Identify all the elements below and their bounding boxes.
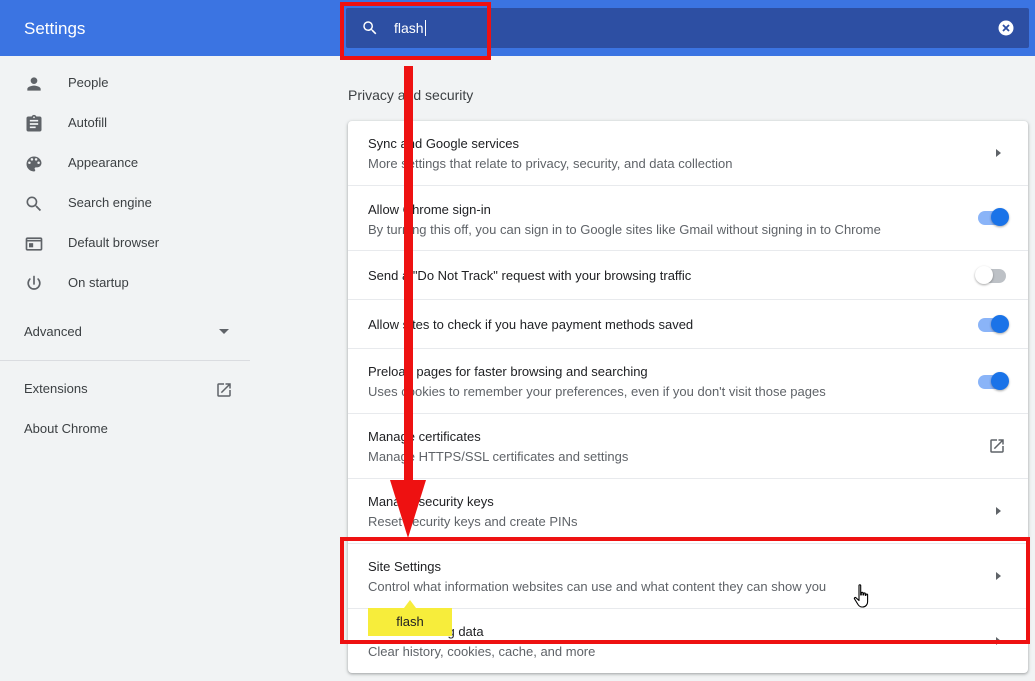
search-icon [26, 196, 42, 212]
row-title: Manage certificates [368, 429, 481, 444]
browser-icon [25, 237, 43, 251]
person-icon [27, 77, 41, 91]
sidebar-item-people[interactable]: People [0, 63, 250, 103]
sidebar-item-about-chrome[interactable]: About Chrome [24, 421, 108, 436]
open-in-new-icon[interactable] [215, 381, 233, 399]
sidebar-item-on-startup[interactable]: On startup [0, 263, 250, 303]
settings-row-sync[interactable]: Sync and Google services More settings t… [348, 121, 1028, 185]
sidebar-advanced-toggle[interactable]: Advanced [24, 324, 82, 339]
app-title: Settings [24, 19, 86, 38]
settings-row-do-not-track[interactable]: Send a "Do Not Track" request with your … [348, 250, 1028, 299]
annotation-arrow-head [390, 480, 426, 538]
sidebar-item-label: Appearance [68, 155, 139, 170]
sidebar-item-label: Autofill [68, 115, 108, 130]
settings-row-preload-pages[interactable]: Preload pages for faster browsing and se… [348, 348, 1028, 413]
clipboard-icon [26, 114, 42, 132]
sidebar-item-label: Default browser [68, 235, 160, 250]
row-title: Allow sites to check if you have payment… [368, 317, 694, 332]
chevron-down-icon[interactable] [219, 329, 229, 334]
annotation-arrow-shaft [404, 66, 413, 496]
settings-row-manage-certificates[interactable]: Manage certificates Manage HTTPS/SSL cer… [348, 413, 1028, 478]
sidebar: People Autofill Appearance Search engine… [0, 56, 250, 681]
sidebar-item-appearance[interactable]: Appearance [0, 143, 250, 183]
settings-row-chrome-sign-in[interactable]: Allow Chrome sign-in By turning this off… [348, 185, 1028, 250]
search-highlight-box [340, 2, 491, 60]
payment-methods-toggle[interactable] [976, 315, 1010, 335]
sidebar-item-label: On startup [68, 275, 129, 290]
search-match-tag: flash [368, 600, 452, 636]
row-subtitle: By turning this off, you can sign in to … [368, 222, 881, 237]
chevron-right-icon[interactable] [996, 507, 1001, 515]
chevron-right-icon[interactable] [996, 149, 1001, 157]
row-subtitle: Clear history, cookies, cache, and more [368, 644, 596, 659]
clear-search-icon[interactable] [997, 19, 1015, 37]
preload-pages-toggle[interactable] [976, 372, 1010, 392]
sidebar-divider [0, 360, 250, 361]
power-icon [27, 275, 41, 290]
open-in-new-icon[interactable] [988, 437, 1006, 455]
sidebar-item-label: Search engine [68, 195, 152, 210]
palette-icon [26, 156, 42, 172]
hand-cursor-icon [853, 584, 869, 608]
sidebar-item-label: People [68, 75, 109, 90]
do-not-track-toggle[interactable] [975, 266, 1010, 286]
row-title: Allow Chrome sign-in [368, 202, 491, 217]
settings-row-security-keys[interactable]: Manage security keys Reset security keys… [348, 478, 1028, 543]
sidebar-item-default-browser[interactable]: Default browser [0, 223, 250, 263]
sidebar-item-extensions[interactable]: Extensions [24, 381, 88, 396]
row-title: Send a "Do Not Track" request with your … [368, 268, 692, 283]
row-title: Manage security keys [368, 494, 494, 509]
settings-header: Settings flash [0, 0, 1035, 56]
row-title: Sync and Google services [368, 136, 520, 151]
sidebar-item-autofill[interactable]: Autofill [0, 103, 250, 143]
row-subtitle: More settings that relate to privacy, se… [368, 156, 733, 171]
settings-row-payment-methods[interactable]: Allow sites to check if you have payment… [348, 299, 1028, 348]
sidebar-item-search-engine[interactable]: Search engine [0, 183, 250, 223]
row-subtitle: Uses cookies to remember your preference… [368, 384, 826, 399]
chrome-sign-in-toggle[interactable] [976, 208, 1010, 228]
